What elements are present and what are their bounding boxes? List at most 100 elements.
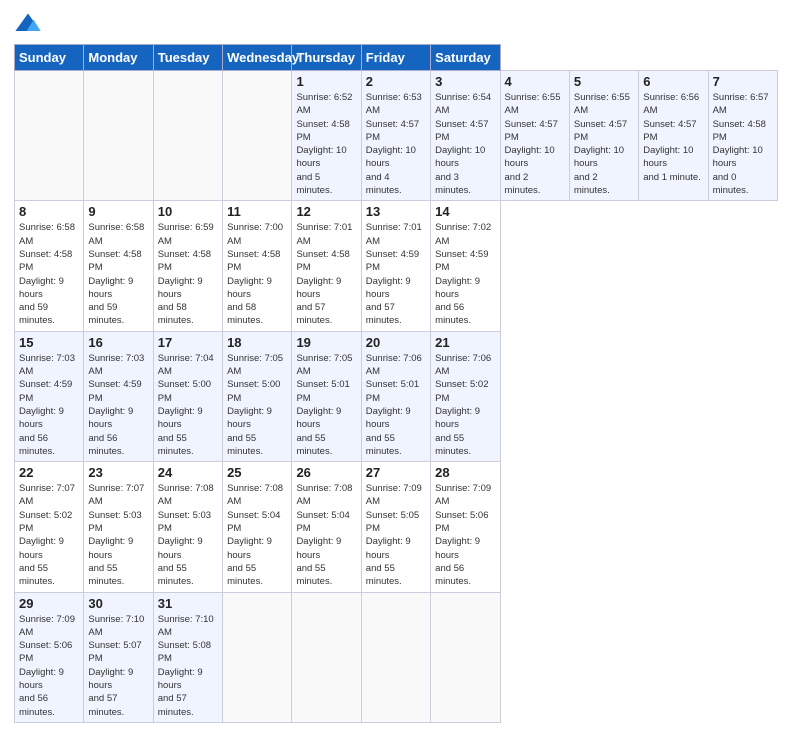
day-cell: 9 Sunrise: 6:58 AM Sunset: 4:58 PM Daylig… xyxy=(84,201,153,331)
day-cell: 24 Sunrise: 7:08 AM Sunset: 5:03 PM Dayli… xyxy=(153,462,222,592)
day-info: Sunrise: 6:58 AM Sunset: 4:58 PM Dayligh… xyxy=(88,221,148,327)
day-info: Sunrise: 7:09 AM Sunset: 5:06 PM Dayligh… xyxy=(435,482,495,588)
header-cell-thursday: Thursday xyxy=(292,45,361,71)
day-info: Sunrise: 7:10 AM Sunset: 5:07 PM Dayligh… xyxy=(88,613,148,719)
day-info: Sunrise: 7:01 AM Sunset: 4:59 PM Dayligh… xyxy=(366,221,426,327)
day-info: Sunrise: 7:07 AM Sunset: 5:02 PM Dayligh… xyxy=(19,482,79,588)
day-cell xyxy=(153,71,222,201)
day-number: 28 xyxy=(435,465,495,480)
day-info: Sunrise: 7:09 AM Sunset: 5:05 PM Dayligh… xyxy=(366,482,426,588)
day-cell: 26Sunrise: 7:08 AM Sunset: 5:04 PM Dayli… xyxy=(292,462,361,592)
day-number: 8 xyxy=(19,204,79,219)
day-cell: 7 Sunrise: 6:57 AM Sunset: 4:58 PM Daylig… xyxy=(708,71,777,201)
day-number: 4 xyxy=(505,74,565,89)
day-cell: 5 Sunrise: 6:55 AM Sunset: 4:57 PM Daylig… xyxy=(569,71,638,201)
day-info: Sunrise: 7:02 AM Sunset: 4:59 PM Dayligh… xyxy=(435,221,495,327)
day-info: Sunrise: 6:53 AM Sunset: 4:57 PM Dayligh… xyxy=(366,91,426,197)
day-cell: 12 Sunrise: 7:01 AM Sunset: 4:58 PM Dayli… xyxy=(292,201,361,331)
day-number: 2 xyxy=(366,74,426,89)
day-info: Sunrise: 6:55 AM Sunset: 4:57 PM Dayligh… xyxy=(505,91,565,197)
day-cell: 19Sunrise: 7:05 AM Sunset: 5:01 PM Dayli… xyxy=(292,331,361,461)
day-info: Sunrise: 7:05 AM Sunset: 5:01 PM Dayligh… xyxy=(296,352,356,458)
day-number: 14 xyxy=(435,204,495,219)
day-number: 24 xyxy=(158,465,218,480)
day-cell: 3 Sunrise: 6:54 AM Sunset: 4:57 PM Daylig… xyxy=(431,71,500,201)
header-cell-tuesday: Tuesday xyxy=(153,45,222,71)
day-info: Sunrise: 7:04 AM Sunset: 5:00 PM Dayligh… xyxy=(158,352,218,458)
header-cell-wednesday: Wednesday xyxy=(223,45,292,71)
day-number: 7 xyxy=(713,74,773,89)
day-number: 21 xyxy=(435,335,495,350)
day-cell: 6 Sunrise: 6:56 AM Sunset: 4:57 PM Daylig… xyxy=(639,71,708,201)
day-cell: 1 Sunrise: 6:52 AM Sunset: 4:58 PM Daylig… xyxy=(292,71,361,201)
header xyxy=(14,10,778,38)
day-number: 6 xyxy=(643,74,703,89)
day-info: Sunrise: 7:10 AM Sunset: 5:08 PM Dayligh… xyxy=(158,613,218,719)
day-info: Sunrise: 7:07 AM Sunset: 5:03 PM Dayligh… xyxy=(88,482,148,588)
day-cell: 11Sunrise: 7:00 AM Sunset: 4:58 PM Dayli… xyxy=(223,201,292,331)
page-container: SundayMondayTuesdayWednesdayThursdayFrid… xyxy=(0,0,792,733)
calendar-header: SundayMondayTuesdayWednesdayThursdayFrid… xyxy=(15,45,778,71)
day-cell: 13 Sunrise: 7:01 AM Sunset: 4:59 PM Dayli… xyxy=(361,201,430,331)
day-number: 13 xyxy=(366,204,426,219)
day-cell xyxy=(84,71,153,201)
day-number: 9 xyxy=(88,204,148,219)
day-number: 22 xyxy=(19,465,79,480)
day-number: 17 xyxy=(158,335,218,350)
day-info: Sunrise: 7:08 AM Sunset: 5:03 PM Dayligh… xyxy=(158,482,218,588)
day-number: 1 xyxy=(296,74,356,89)
day-info: Sunrise: 7:06 AM Sunset: 5:02 PM Dayligh… xyxy=(435,352,495,458)
day-number: 12 xyxy=(296,204,356,219)
day-info: Sunrise: 6:55 AM Sunset: 4:57 PM Dayligh… xyxy=(574,91,634,197)
day-number: 25 xyxy=(227,465,287,480)
header-cell-sunday: Sunday xyxy=(15,45,84,71)
day-info: Sunrise: 7:05 AM Sunset: 5:00 PM Dayligh… xyxy=(227,352,287,458)
week-row-3: 15Sunrise: 7:03 AM Sunset: 4:59 PM Dayli… xyxy=(15,331,778,461)
day-info: Sunrise: 7:06 AM Sunset: 5:01 PM Dayligh… xyxy=(366,352,426,458)
day-cell: 28 Sunrise: 7:09 AM Sunset: 5:06 PM Dayli… xyxy=(431,462,500,592)
day-cell: 27 Sunrise: 7:09 AM Sunset: 5:05 PM Dayli… xyxy=(361,462,430,592)
day-cell: 15Sunrise: 7:03 AM Sunset: 4:59 PM Dayli… xyxy=(15,331,84,461)
day-info: Sunrise: 7:00 AM Sunset: 4:58 PM Dayligh… xyxy=(227,221,287,327)
day-number: 30 xyxy=(88,596,148,611)
day-cell: 21 Sunrise: 7:06 AM Sunset: 5:02 PM Dayli… xyxy=(431,331,500,461)
day-cell: 18Sunrise: 7:05 AM Sunset: 5:00 PM Dayli… xyxy=(223,331,292,461)
day-number: 31 xyxy=(158,596,218,611)
day-cell: 17 Sunrise: 7:04 AM Sunset: 5:00 PM Dayli… xyxy=(153,331,222,461)
logo-icon xyxy=(14,10,42,38)
day-number: 27 xyxy=(366,465,426,480)
day-cell xyxy=(15,71,84,201)
day-info: Sunrise: 7:09 AM Sunset: 5:06 PM Dayligh… xyxy=(19,613,79,719)
week-row-4: 22 Sunrise: 7:07 AM Sunset: 5:02 PM Dayli… xyxy=(15,462,778,592)
week-row-1: 1 Sunrise: 6:52 AM Sunset: 4:58 PM Daylig… xyxy=(15,71,778,201)
calendar-table: SundayMondayTuesdayWednesdayThursdayFrid… xyxy=(14,44,778,723)
calendar-body: 1 Sunrise: 6:52 AM Sunset: 4:58 PM Daylig… xyxy=(15,71,778,723)
day-cell: 8 Sunrise: 6:58 AM Sunset: 4:58 PM Daylig… xyxy=(15,201,84,331)
week-row-2: 8 Sunrise: 6:58 AM Sunset: 4:58 PM Daylig… xyxy=(15,201,778,331)
day-info: Sunrise: 6:56 AM Sunset: 4:57 PM Dayligh… xyxy=(643,91,703,184)
day-cell: 10 Sunrise: 6:59 AM Sunset: 4:58 PM Dayli… xyxy=(153,201,222,331)
day-info: Sunrise: 6:57 AM Sunset: 4:58 PM Dayligh… xyxy=(713,91,773,197)
header-cell-friday: Friday xyxy=(361,45,430,71)
day-number: 20 xyxy=(366,335,426,350)
day-number: 10 xyxy=(158,204,218,219)
header-row: SundayMondayTuesdayWednesdayThursdayFrid… xyxy=(15,45,778,71)
day-number: 26 xyxy=(296,465,356,480)
logo xyxy=(14,10,46,38)
day-number: 3 xyxy=(435,74,495,89)
day-info: Sunrise: 6:52 AM Sunset: 4:58 PM Dayligh… xyxy=(296,91,356,197)
day-info: Sunrise: 6:54 AM Sunset: 4:57 PM Dayligh… xyxy=(435,91,495,197)
day-cell: 25Sunrise: 7:08 AM Sunset: 5:04 PM Dayli… xyxy=(223,462,292,592)
day-number: 29 xyxy=(19,596,79,611)
day-cell: 20 Sunrise: 7:06 AM Sunset: 5:01 PM Dayli… xyxy=(361,331,430,461)
day-number: 16 xyxy=(88,335,148,350)
day-info: Sunrise: 6:58 AM Sunset: 4:58 PM Dayligh… xyxy=(19,221,79,327)
day-cell: 22 Sunrise: 7:07 AM Sunset: 5:02 PM Dayli… xyxy=(15,462,84,592)
day-info: Sunrise: 6:59 AM Sunset: 4:58 PM Dayligh… xyxy=(158,221,218,327)
day-number: 15 xyxy=(19,335,79,350)
day-number: 5 xyxy=(574,74,634,89)
day-info: Sunrise: 7:01 AM Sunset: 4:58 PM Dayligh… xyxy=(296,221,356,327)
day-cell: 16Sunrise: 7:03 AM Sunset: 4:59 PM Dayli… xyxy=(84,331,153,461)
day-cell: 23Sunrise: 7:07 AM Sunset: 5:03 PM Dayli… xyxy=(84,462,153,592)
day-cell: 2 Sunrise: 6:53 AM Sunset: 4:57 PM Daylig… xyxy=(361,71,430,201)
